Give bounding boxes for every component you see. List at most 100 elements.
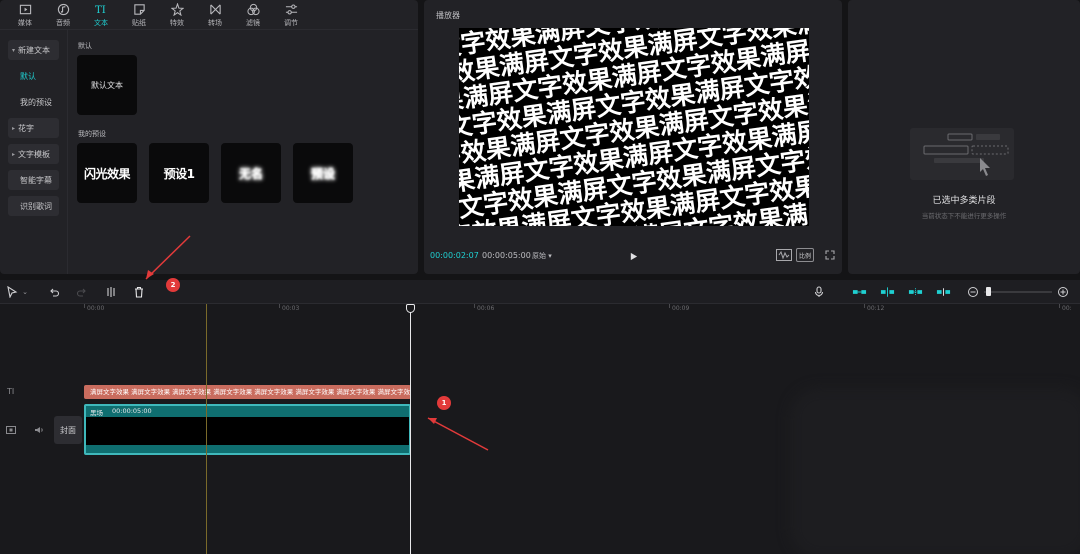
sidebar-item-my-presets[interactable]: 我的预设 — [8, 92, 59, 112]
annotation-badge-1: 1 — [437, 396, 451, 410]
preview-mode-select[interactable]: 原始 ▾ — [532, 251, 552, 261]
preset-tile-1[interactable]: 预设1 — [149, 143, 209, 203]
mute-track-icon[interactable] — [34, 426, 44, 436]
play-button[interactable] — [626, 249, 640, 263]
fullscreen-button[interactable] — [825, 248, 835, 262]
trash-icon — [135, 286, 143, 298]
split-icon — [107, 287, 115, 297]
zoom-slider[interactable] — [984, 287, 1052, 296]
adjust-icon — [284, 2, 298, 16]
tab-label: 特效 — [170, 19, 184, 27]
video-clip-footer — [86, 445, 409, 453]
preview-mode-value: 原始 — [532, 252, 546, 260]
sidebar-item-default[interactable]: 默认 — [8, 66, 59, 86]
tab-sticker[interactable]: 贴纸 — [120, 0, 158, 30]
play-icon — [630, 252, 637, 260]
section-title-default: 默认 — [78, 42, 92, 50]
video-preview-canvas: 满屏文字效果满屏文字效果满屏文字效果满屏文字效果满屏文字效果满屏文字效果满屏文字… — [459, 28, 809, 226]
tab-media[interactable]: 媒体 — [6, 0, 44, 30]
chevron-down-icon: ▾ — [548, 252, 552, 260]
undo-button[interactable] — [46, 284, 62, 300]
zoom-out-button[interactable] — [965, 284, 981, 300]
tile-label: 无名 — [238, 166, 263, 181]
video-preview[interactable]: 满屏文字效果满屏文字效果满屏文字效果满屏文字效果 满屏文字效果满屏文字效果满屏文字… — [459, 28, 809, 226]
zoom-in-button[interactable] — [1055, 284, 1071, 300]
ruler-tick-label: 00:09 — [672, 305, 690, 312]
tab-effects[interactable]: 特效 — [158, 0, 196, 30]
waveform-toggle-button[interactable] — [776, 248, 792, 262]
sidebar-item-label: 我的预设 — [20, 97, 52, 107]
text-preset-grid: 默认 默认文本 我的预设 闪光效果 预设1 无名 预设 — [72, 30, 418, 274]
tab-label: 媒体 — [18, 19, 32, 27]
default-text-tile[interactable]: 默认文本 — [77, 55, 137, 115]
text-clip[interactable]: 满屏文字效果 满屏文字效果 满屏文字效果 满屏文字效果 满屏文字效果 满屏文字效… — [84, 385, 411, 399]
ruler-tick — [669, 304, 670, 308]
tab-label: 滤镜 — [246, 19, 260, 27]
video-clip[interactable]: 黑场 00:00:05:00 — [84, 404, 411, 455]
section-title-my-presets: 我的预设 — [78, 130, 106, 138]
ratio-button[interactable]: 比例 — [796, 248, 815, 262]
media-icon — [18, 2, 32, 16]
tab-label: 贴纸 — [132, 19, 146, 27]
audio-icon — [56, 2, 70, 16]
redo-button[interactable] — [74, 284, 90, 300]
player-controls: 00:00:02:07 00:00:05:00 原始 ▾ 比例 — [424, 246, 842, 266]
multi-clip-illustration-icon — [910, 128, 1014, 180]
total-time: 00:00:05:00 — [482, 251, 531, 260]
cursor-icon — [7, 286, 18, 298]
caret-down-icon: ▾ — [12, 46, 16, 54]
microphone-icon — [814, 286, 824, 297]
sidebar-item-fancy-text[interactable]: ▸ 花字 — [8, 118, 59, 138]
record-audio-button[interactable] — [811, 284, 827, 300]
main-track-icon — [936, 288, 950, 296]
link-icon — [852, 290, 866, 294]
empty-state-subtitle: 当前状态下不能进行更多操作 — [921, 212, 1007, 220]
cover-label: 封面 — [60, 425, 76, 435]
sidebar-item-label: 默认 — [20, 71, 36, 81]
preview-axis-button[interactable] — [906, 284, 924, 300]
sidebar-item-label: 识别歌词 — [20, 201, 52, 211]
text-category-sidebar: ▾ 新建文本 默认 我的预设 ▸ 花字 ▸ 文字模板 智能字幕 识别歌词 — [0, 30, 68, 274]
sidebar-item-label: 智能字幕 — [20, 175, 52, 185]
tab-text[interactable]: TI 文本 — [82, 0, 120, 30]
cover-button[interactable]: 封面 — [54, 416, 82, 444]
main-track-magnet-button[interactable] — [934, 284, 952, 300]
text-track-icon: TI — [7, 387, 15, 396]
zoom-slider-handle[interactable] — [986, 287, 991, 296]
preset-tile-glow-2[interactable]: 预设 — [293, 143, 353, 203]
caret-right-icon: ▸ — [12, 150, 16, 158]
playhead-line[interactable] — [410, 306, 411, 554]
undo-icon — [50, 288, 60, 297]
split-button[interactable] — [103, 284, 119, 300]
redo-icon — [76, 288, 86, 297]
tile-label: 预设 — [310, 166, 335, 181]
sidebar-item-new-text[interactable]: ▾ 新建文本 — [8, 40, 59, 60]
sidebar-item-recognize-lyrics[interactable]: 识别歌词 — [8, 196, 59, 216]
sidebar-item-text-template[interactable]: ▸ 文字模板 — [8, 144, 59, 164]
ruler-tick — [84, 304, 85, 308]
sidebar-item-label: 新建文本 — [18, 45, 51, 55]
tab-audio[interactable]: 音频 — [44, 0, 82, 30]
preset-tile-flash[interactable]: 闪光效果 — [77, 143, 137, 203]
select-tool-button[interactable] — [4, 284, 20, 300]
ruler-tick — [1059, 304, 1060, 308]
auto-snap-button[interactable] — [878, 284, 896, 300]
time-ruler[interactable]: 00:00 00:03 00:06 00:09 00:12 00: — [84, 304, 1080, 318]
category-tabs: 媒体 音频 TI 文本 贴纸 特效 转场 滤镜 调节 — [0, 0, 418, 30]
blurred-region — [790, 388, 1080, 554]
link-clips-button[interactable] — [850, 284, 868, 300]
select-tool-dropdown[interactable]: ⌄ — [20, 284, 30, 300]
preset-tile-glow[interactable]: 无名 — [221, 143, 281, 203]
tab-transition[interactable]: 转场 — [196, 0, 234, 30]
timeline-panel: ⌄ 00:00 00:03 00:06 00:09 00:12 00: TI 满… — [0, 280, 1080, 554]
ruler-tick — [474, 304, 475, 308]
player-title: 播放器 — [436, 11, 460, 20]
tab-filter[interactable]: 滤镜 — [234, 0, 272, 30]
delete-button[interactable] — [131, 284, 147, 300]
tab-adjust[interactable]: 调节 — [272, 0, 310, 30]
sidebar-item-smart-subtitle[interactable]: 智能字幕 — [8, 170, 59, 190]
empty-state-title: 已选中多类片段 — [932, 196, 996, 206]
chevron-down-icon: ⌄ — [22, 288, 28, 296]
player-panel: 播放器 满屏文字效果满屏文字效果满屏文字效果满屏文字效果 满屏文字效果满屏文字效果… — [424, 0, 842, 274]
playhead-handle[interactable] — [406, 304, 415, 313]
